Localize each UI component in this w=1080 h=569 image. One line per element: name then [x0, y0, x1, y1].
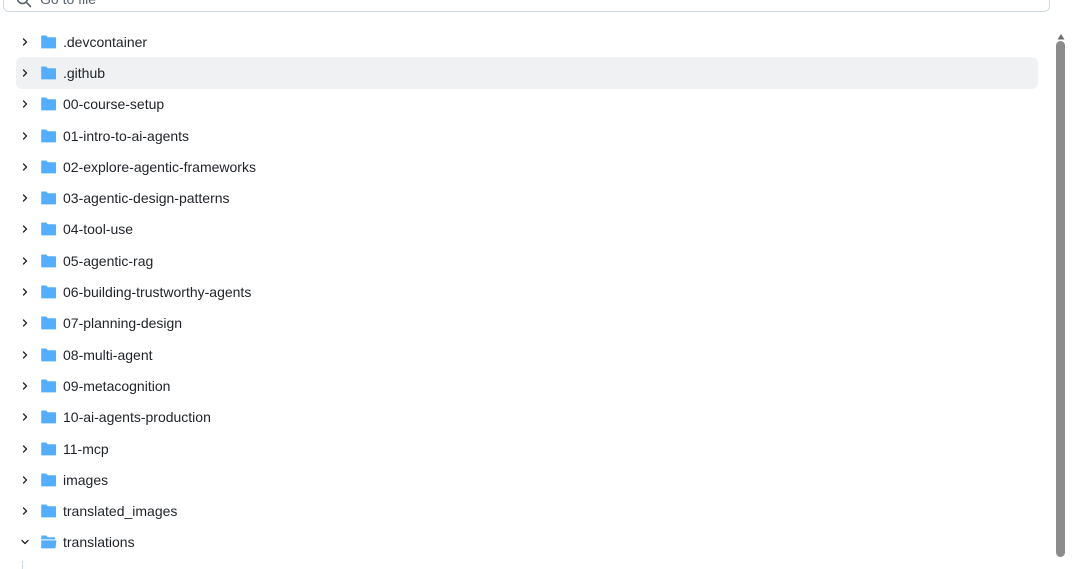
- vertical-scrollbar[interactable]: [1055, 28, 1067, 569]
- chevron-right-icon[interactable]: [17, 221, 33, 237]
- tree-item-dot-devcontainer[interactable]: .devcontainer: [16, 26, 1038, 57]
- go-to-file-search[interactable]: [3, 0, 1050, 12]
- file-tree: .devcontainer .github 00-course-setup 01…: [16, 26, 1038, 558]
- chevron-right-icon[interactable]: [17, 347, 33, 363]
- tree-item-label: 01-intro-to-ai-agents: [63, 127, 190, 144]
- folder-icon: [40, 472, 57, 488]
- folder-icon: [40, 347, 57, 363]
- tree-item-08-multi-agent[interactable]: 08-multi-agent: [16, 339, 1038, 370]
- tree-item-label: 05-agentic-rag: [63, 252, 154, 269]
- search-input[interactable]: [40, 0, 940, 9]
- tree-item-label: 07-planning-design: [63, 315, 183, 332]
- tree-item-label: translated_images: [63, 503, 178, 520]
- chevron-right-icon[interactable]: [17, 128, 33, 144]
- scroll-up-arrow-icon[interactable]: [1057, 28, 1065, 40]
- chevron-right-icon[interactable]: [17, 441, 33, 457]
- chevron-right-icon[interactable]: [17, 96, 33, 112]
- tree-item-09-metacognition[interactable]: 09-metacognition: [16, 370, 1038, 401]
- folder-icon: [40, 128, 57, 144]
- folder-icon: [40, 378, 57, 394]
- folder-icon: [40, 503, 57, 519]
- folder-icon: [40, 315, 57, 331]
- tree-item-00-course-setup[interactable]: 00-course-setup: [16, 89, 1038, 120]
- chevron-right-icon[interactable]: [17, 34, 33, 50]
- chevron-right-icon[interactable]: [17, 65, 33, 81]
- folder-icon: [40, 34, 57, 50]
- tree-item-label: .devcontainer: [63, 33, 148, 50]
- scrollbar-thumb[interactable]: [1056, 41, 1065, 557]
- tree-guide-line: [22, 561, 23, 569]
- tree-item-04-tool-use[interactable]: 04-tool-use: [16, 214, 1038, 245]
- chevron-right-icon[interactable]: [17, 253, 33, 269]
- tree-item-label: images: [63, 471, 109, 488]
- tree-item-label: .github: [63, 64, 106, 81]
- file-tree-panel: .devcontainer .github 00-course-setup 01…: [0, 0, 1080, 569]
- folder-icon: [40, 441, 57, 457]
- folder-icon: [40, 253, 57, 269]
- chevron-right-icon[interactable]: [17, 472, 33, 488]
- tree-item-01-intro-to-ai-agents[interactable]: 01-intro-to-ai-agents: [16, 120, 1038, 151]
- tree-item-dot-github[interactable]: .github: [16, 57, 1038, 89]
- tree-item-label: 06-building-trustworthy-agents: [63, 284, 252, 301]
- tree-item-label: translations: [63, 534, 135, 551]
- chevron-right-icon[interactable]: [17, 378, 33, 394]
- tree-item-label: 04-tool-use: [63, 221, 134, 238]
- tree-item-label: 10-ai-agents-production: [63, 409, 211, 426]
- folder-open-icon: [40, 534, 57, 550]
- chevron-right-icon[interactable]: [17, 315, 33, 331]
- chevron-down-icon[interactable]: [17, 534, 33, 550]
- tree-item-10-ai-agents-production[interactable]: 10-ai-agents-production: [16, 402, 1038, 433]
- chevron-right-icon[interactable]: [17, 190, 33, 206]
- tree-item-02-explore-agentic-frameworks[interactable]: 02-explore-agentic-frameworks: [16, 151, 1038, 182]
- tree-item-translated-images[interactable]: translated_images: [16, 495, 1038, 526]
- tree-item-05-agentic-rag[interactable]: 05-agentic-rag: [16, 245, 1038, 276]
- tree-item-label: 09-metacognition: [63, 377, 171, 394]
- chevron-right-icon[interactable]: [17, 284, 33, 300]
- folder-icon: [40, 159, 57, 175]
- folder-icon: [40, 190, 57, 206]
- chevron-right-icon[interactable]: [17, 409, 33, 425]
- tree-item-label: 11-mcp: [63, 440, 109, 457]
- tree-item-images[interactable]: images: [16, 464, 1038, 495]
- chevron-right-icon[interactable]: [17, 159, 33, 175]
- folder-icon: [40, 96, 57, 112]
- folder-icon: [40, 284, 57, 300]
- tree-item-label: 08-multi-agent: [63, 346, 153, 363]
- folder-icon: [40, 221, 57, 237]
- tree-item-label: 03-agentic-design-patterns: [63, 190, 230, 207]
- folder-icon: [40, 409, 57, 425]
- folder-icon: [40, 65, 57, 81]
- tree-item-label: 02-explore-agentic-frameworks: [63, 158, 256, 175]
- tree-item-06-building-trustworthy-agents[interactable]: 06-building-trustworthy-agents: [16, 276, 1038, 307]
- tree-item-translations[interactable]: translations: [16, 527, 1038, 558]
- tree-item-07-planning-design[interactable]: 07-planning-design: [16, 308, 1038, 339]
- tree-item-03-agentic-design-patterns[interactable]: 03-agentic-design-patterns: [16, 182, 1038, 213]
- tree-item-label: 00-course-setup: [63, 96, 165, 113]
- tree-item-11-mcp[interactable]: 11-mcp: [16, 433, 1038, 464]
- search-icon: [16, 0, 32, 8]
- chevron-right-icon[interactable]: [17, 503, 33, 519]
